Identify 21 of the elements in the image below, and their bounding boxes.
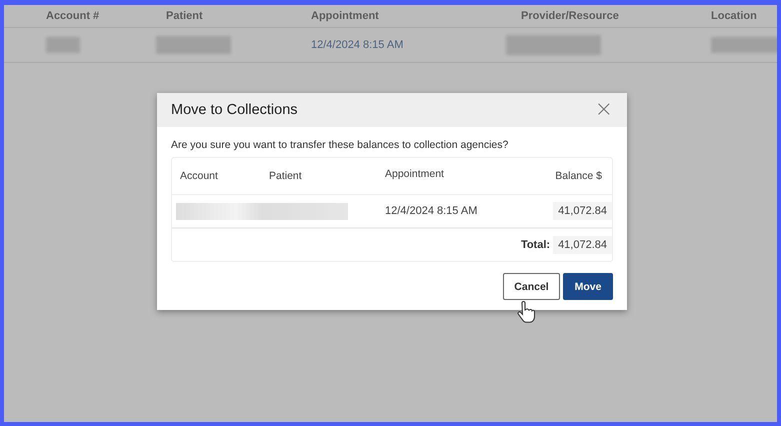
appointment-cell-text: 12/4/2024 8:15 AM [311, 39, 404, 51]
redacted-text [46, 37, 80, 53]
column-header: Account [179, 170, 219, 182]
dialog-title: Move to Collections [171, 102, 298, 118]
column-header: Appointment [385, 168, 445, 180]
total-value: 41,072.84 [553, 236, 612, 254]
column-header: Account # [46, 10, 100, 22]
redacted-text [711, 37, 777, 53]
total-label: Total: [520, 239, 550, 251]
column-header: Patient [269, 170, 303, 182]
column-header: Location [711, 10, 758, 22]
column-header: Appointment [311, 10, 380, 22]
dialog-button[interactable]: Move [563, 273, 613, 300]
confirmation-message: Are you sure you want to transfer these balances to collection agencies? [171, 139, 510, 151]
close-button[interactable]: × [594, 99, 613, 121]
appointment-cell-text: 12/4/2024 8:15 AM [385, 205, 478, 217]
dialog-button[interactable]: Cancel [503, 273, 560, 300]
column-header: Patient [166, 10, 204, 22]
column-header: Provider/Resource [521, 10, 620, 22]
balance-cell: 41,072.84 [553, 202, 612, 220]
column-header: Balance $ [554, 170, 603, 182]
